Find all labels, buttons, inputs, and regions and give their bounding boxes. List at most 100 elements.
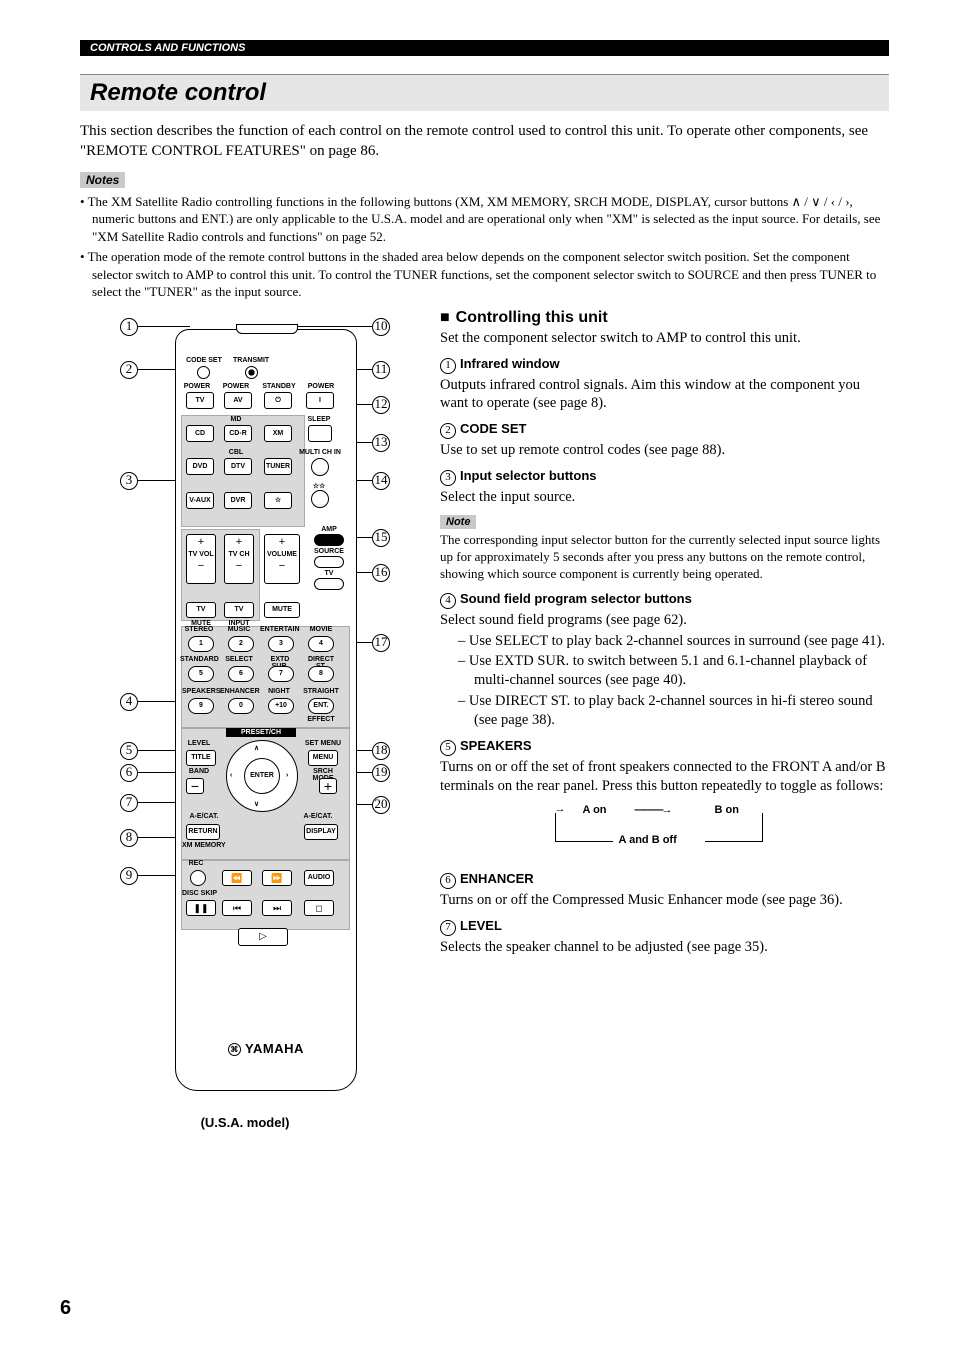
note-small-body: The corresponding input selector button … <box>440 532 889 583</box>
item-2-title: 2CODE SET <box>440 421 889 439</box>
sleep-button <box>308 425 332 442</box>
callout-20: 20 <box>372 796 390 814</box>
power-label-main: POWER <box>306 383 336 390</box>
callout-14: 14 <box>372 472 390 490</box>
callout-10: 10 <box>372 318 390 336</box>
transmit-led <box>245 366 258 379</box>
audio-button: AUDIO <box>304 870 334 886</box>
callout-11: 11 <box>372 361 390 379</box>
callout-16: 16 <box>372 564 390 582</box>
item-6-body: Turns on or off the Compressed Music Enh… <box>440 891 889 910</box>
num-1-button: 1 <box>188 636 214 652</box>
xm-button: XM <box>264 425 292 442</box>
cdr-button: CD-R <box>224 425 252 442</box>
item-1-title: 1Infrared window <box>440 356 889 374</box>
model-caption: (U.S.A. model) <box>80 1115 410 1130</box>
square-bullet-icon: ■ <box>440 309 450 326</box>
standby-button: ⏻ <box>264 392 292 409</box>
intro-text: This section describes the function of e… <box>80 121 889 162</box>
ff-button: ⏩ <box>262 870 292 886</box>
item-6-title: 6ENHANCER <box>440 871 889 889</box>
callout-18: 18 <box>372 742 390 760</box>
notes-header: Notes <box>80 172 125 188</box>
remote-illustration: 1 2 3 4 5 6 7 8 9 10 <box>80 309 410 1109</box>
note-item: The operation mode of the remote control… <box>92 248 889 301</box>
item-7-title: 7LEVEL <box>440 918 889 936</box>
item-4-bullet: Use EXTD SUR. to switch between 5.1 and … <box>474 652 889 690</box>
item-4-title: 4Sound field program selector buttons <box>440 591 889 609</box>
controlling-heading: ■Controlling this unit <box>440 309 889 327</box>
item-1-body: Outputs infrared control signals. Aim th… <box>440 376 889 414</box>
callout-17: 17 <box>372 634 390 652</box>
callout-4: 4 <box>120 693 138 711</box>
brand-logo: ⌘ YAMAHA <box>176 1041 356 1056</box>
item-4-bullet: Use SELECT to play back 2-channel source… <box>474 632 889 651</box>
display-button: DISPLAY <box>304 824 338 840</box>
return-button: RETURN <box>186 824 220 840</box>
minus-button: − <box>186 778 204 794</box>
sleep-label: SLEEP <box>304 416 334 423</box>
skip-back-button: ⏮ <box>222 900 252 916</box>
description-column: ■Controlling this unit Set the component… <box>440 309 889 957</box>
rec-button <box>190 870 206 886</box>
mute-button: MUTE <box>264 602 300 618</box>
callout-6: 6 <box>120 764 138 782</box>
note-item: The XM Satellite Radio controlling funct… <box>92 193 889 246</box>
num-5-button: 5 <box>188 666 214 682</box>
item-3-title: 3Input selector buttons <box>440 468 889 486</box>
speaker-toggle-diagram: → A on ———→ B on A and B off <box>535 803 795 863</box>
num-0-button: 0 <box>228 698 254 714</box>
play-button: ▷ <box>238 928 288 946</box>
header-section-bar: CONTROLS AND FUNCTIONS <box>80 40 889 56</box>
plus10-button: +10 <box>268 698 294 714</box>
notes-list: The XM Satellite Radio controlling funct… <box>80 193 889 301</box>
callout-12: 12 <box>372 396 390 414</box>
star2-button <box>311 490 329 508</box>
dvr-button: DVR <box>224 492 252 509</box>
controlling-body: Set the component selector switch to AMP… <box>440 329 889 348</box>
callout-9: 9 <box>120 867 138 885</box>
item-2-body: Use to set up remote control codes (see … <box>440 441 889 460</box>
tv-mute-button: TV MUTE <box>186 602 216 618</box>
callout-8: 8 <box>120 829 138 847</box>
tv-input-button: TV INPUT <box>224 602 254 618</box>
rew-button: ⏪ <box>222 870 252 886</box>
callout-13: 13 <box>372 434 390 452</box>
note-small-header: Note <box>440 515 476 529</box>
power-label-tv: POWER <box>182 383 212 390</box>
b-on-label: B on <box>715 804 739 816</box>
num-9-button: 9 <box>188 698 214 714</box>
remote-illustration-column: 1 2 3 4 5 6 7 8 9 10 <box>80 309 410 1130</box>
arrow-icon: ———→ <box>635 804 671 816</box>
multi-ch-label: MULTI CH IN <box>298 449 342 456</box>
dvd-button: DVD <box>186 458 214 475</box>
stop-button: ◻ <box>304 900 334 916</box>
ab-off-label: A and B off <box>619 834 677 846</box>
pause-button: ❚❚ <box>186 900 216 916</box>
callout-3: 3 <box>120 472 138 490</box>
skip-fwd-button: ⏭ <box>262 900 292 916</box>
callout-5: 5 <box>120 742 138 760</box>
cd-button: CD <box>186 425 214 442</box>
power-label-av: POWER <box>221 383 251 390</box>
enter-button: ENTER <box>244 758 280 794</box>
callout-7: 7 <box>120 794 138 812</box>
ent-button: ENT. <box>308 698 334 714</box>
tv-vol-rocker: + TV VOL − <box>186 534 216 584</box>
num-8-button: 8 <box>308 666 334 682</box>
cbl-label: CBL <box>221 449 251 456</box>
av-power-button: AV <box>224 392 252 409</box>
star-button: ☆ <box>264 492 292 509</box>
item-7-body: Selects the speaker channel to be adjust… <box>440 938 889 957</box>
callout-2: 2 <box>120 361 138 379</box>
plus-button: + <box>319 778 337 794</box>
num-2-button: 2 <box>228 636 254 652</box>
code-set-button <box>197 366 210 379</box>
num-3-button: 3 <box>268 636 294 652</box>
tuner-button: TUNER <box>264 458 292 475</box>
page-number: 6 <box>60 1297 71 1320</box>
a-on-label: A on <box>583 804 607 816</box>
item-4-bullets: Use SELECT to play back 2-channel source… <box>440 632 889 730</box>
transmit-label: TRANSMIT <box>233 357 269 364</box>
amp-switch <box>314 534 344 546</box>
